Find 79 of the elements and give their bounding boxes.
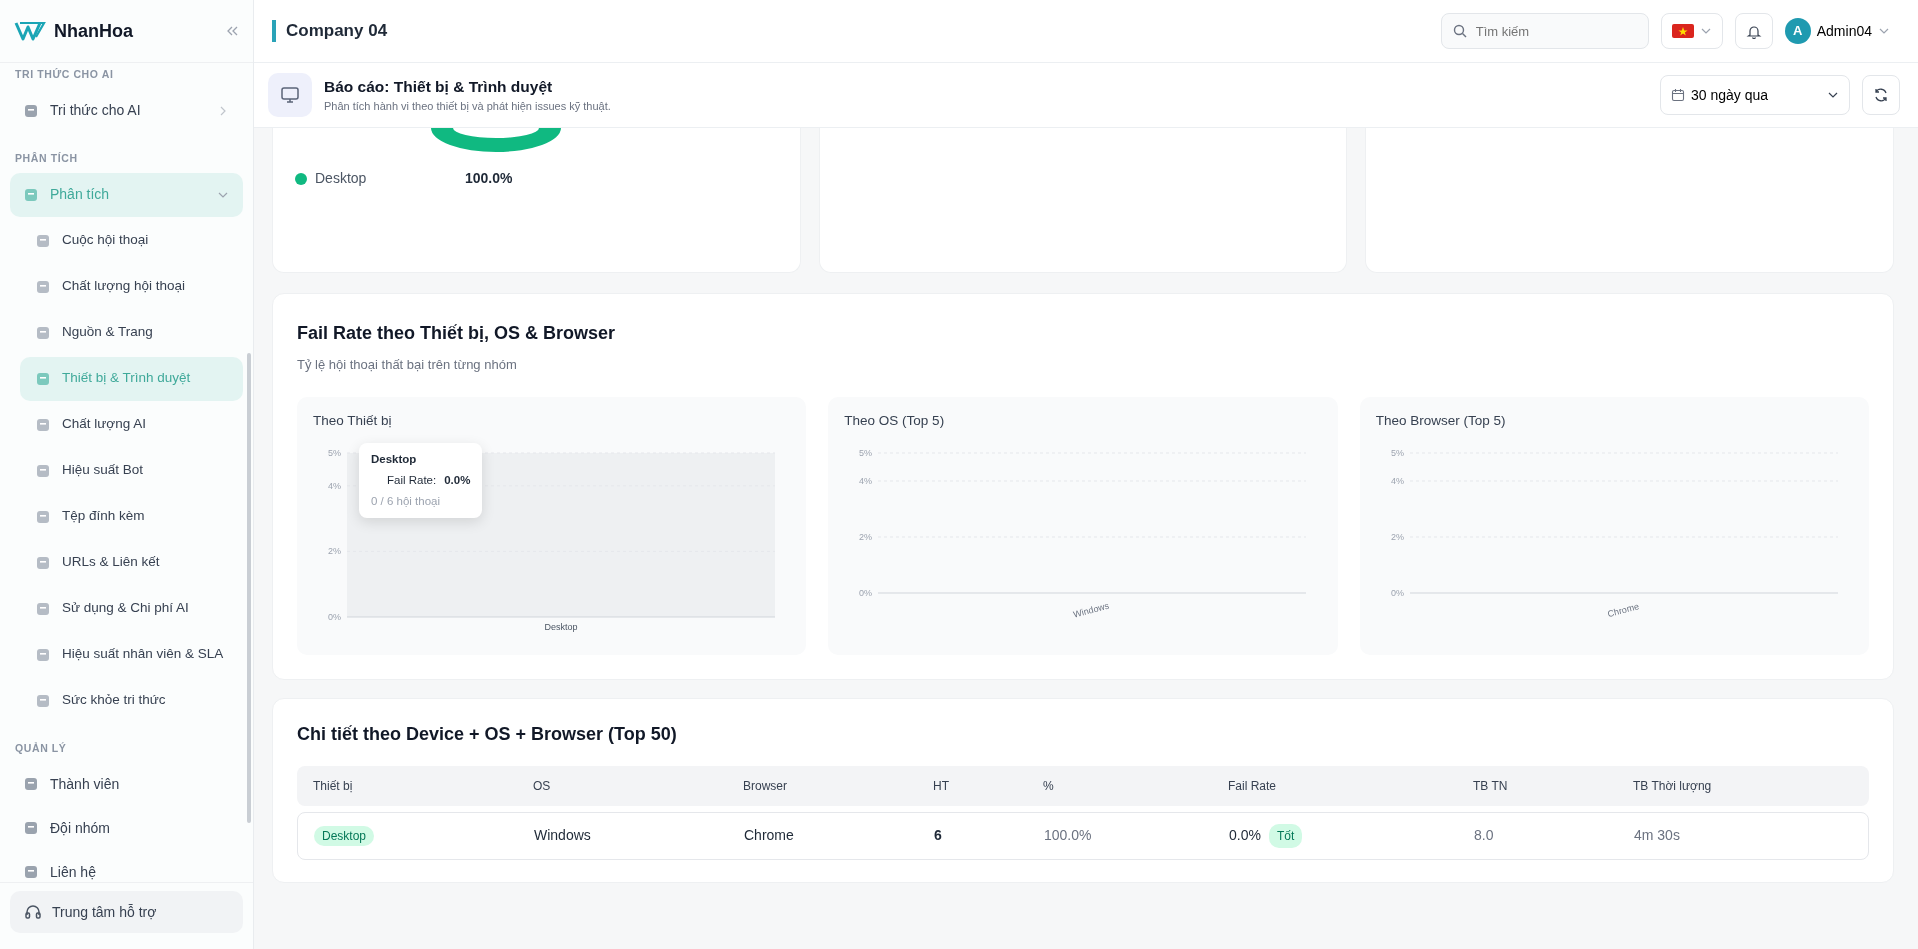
column-header: Fail Rate [1228, 777, 1278, 795]
axis-tick-label: 2% [859, 531, 873, 542]
notification-button[interactable] [1734, 13, 1773, 49]
section-label: QUẢN LÝ [14, 740, 68, 756]
sidebar-item[interactable]: Tri thức cho AI [10, 88, 243, 133]
flag-icon [1671, 24, 1694, 38]
section-title: Chi tiết theo Device + OS + Browser (Top 50) [297, 722, 678, 746]
axis-tick-label: 2% [328, 546, 341, 557]
sidebar-item[interactable]: Đội nhóm [10, 806, 243, 851]
column-header: HT [933, 777, 950, 795]
sidebar-subitem[interactable]: Chất lượng hội thoại [20, 264, 243, 309]
status-badge: Tốt [1268, 823, 1303, 848]
column-header: % [1043, 777, 1055, 795]
sidebar-item[interactable]: Thành viên [10, 762, 243, 807]
chart-title: Theo Browser (Top 5) [1375, 411, 1507, 430]
bell-icon [1745, 23, 1762, 39]
axis-tick-label: 4% [1390, 475, 1404, 486]
brand-name: NhanHoa [54, 19, 133, 43]
report-subtitle: Phân tích hành vi theo thiết bị và phát hiện issues kỹ thuật. [324, 99, 612, 115]
axis-tick-label: 4% [859, 475, 873, 486]
report-title: Báo cáo: Thiết bị & Trình duyệt [324, 77, 554, 98]
column-header: TB Thời lượng [1633, 777, 1713, 795]
column-header: TB TN [1473, 777, 1509, 795]
legend-value: 100.0% [465, 169, 513, 188]
headset-icon [24, 903, 42, 921]
logo-icon [14, 19, 46, 43]
monitor-icon [268, 73, 312, 117]
column-header: Browser [743, 777, 788, 795]
device-tag: Desktop [314, 826, 375, 846]
legend-label: Desktop [315, 169, 368, 188]
axis-category-label: Windows [1072, 600, 1111, 620]
refresh-icon [1873, 87, 1889, 103]
tooltip-title: Desktop [371, 451, 418, 467]
axis-tick-label: 2% [1390, 531, 1404, 542]
axis-category-label: Desktop [544, 621, 578, 632]
calendar-icon [1671, 88, 1685, 102]
axis-tick-label: 0% [1390, 587, 1404, 598]
table-cell: Chrome [744, 827, 794, 843]
chart-title: Theo Thiết bị [313, 411, 393, 430]
axis-tick-label: 0% [328, 611, 341, 622]
date-range-select[interactable]: 30 ngày qua [1660, 75, 1850, 115]
section-title: Fail Rate theo Thiết bị, OS & Browser [297, 322, 617, 345]
axis-tick-label: 0% [859, 587, 873, 598]
section-subtitle: Tỷ lệ hội thoại thất bại trên từng nhóm [297, 356, 518, 374]
axis-tick-label: 5% [1390, 447, 1404, 458]
sidebar-subitem[interactable]: Hiệu suất nhân viên & SLA [20, 632, 243, 677]
language-dropdown[interactable] [1660, 13, 1723, 49]
sidebar-subitem[interactable]: Tệp đính kèm [20, 494, 243, 539]
axis-tick-label: 4% [328, 480, 341, 491]
table-cell: Windows [534, 827, 591, 843]
tooltip-note: 0 / 6 hội thoại [371, 494, 442, 509]
axis-tick-label: 5% [859, 447, 873, 458]
table-cell-text: 0.0% [1229, 826, 1261, 845]
sidebar-subitem[interactable]: Cuộc hội thoại [20, 218, 243, 263]
user-avatar: A [1784, 18, 1811, 44]
column-header: OS [533, 777, 552, 795]
table-cell: 100.0% [1044, 827, 1092, 843]
column-header: Thiết bị [313, 777, 354, 795]
sidebar-item[interactable]: Liên hệ [10, 850, 243, 882]
search-field[interactable]: Tìm kiếm [1440, 13, 1649, 49]
sidebar-subitem[interactable]: Sức khỏe tri thức [20, 678, 243, 723]
sidebar-subitem[interactable]: Sử dụng & Chi phí AI [20, 586, 243, 631]
sidebar-subitem[interactable]: Hiệu suất Bot [20, 448, 243, 493]
support-button[interactable]: Trung tâm hỗ trợ [10, 891, 243, 933]
sidebar-subitem[interactable]: URLs & Liên kết [20, 540, 243, 585]
axis-tick-label: 5% [328, 447, 341, 458]
table-cell: 6 [934, 827, 942, 843]
table-cell: 4m 30s [1634, 827, 1680, 843]
page-title: Company 04 [272, 20, 388, 42]
sidebar-subitem[interactable]: Chất lượng AI [20, 402, 243, 447]
chart-title: Theo OS (Top 5) [844, 411, 946, 430]
sidebar-subitem[interactable]: Nguồn & Trang [20, 310, 243, 355]
refresh-button[interactable] [1862, 75, 1900, 115]
section-label: TRI THỨC CHO AI [14, 67, 115, 82]
tooltip-value: 0.0% [444, 472, 471, 488]
tooltip-label: Fail Rate: [387, 472, 437, 488]
axis-category-label: Chrome [1606, 600, 1640, 619]
table-cell: 8.0 [1474, 827, 1494, 843]
section-label: PHÂN TÍCH [14, 150, 79, 166]
